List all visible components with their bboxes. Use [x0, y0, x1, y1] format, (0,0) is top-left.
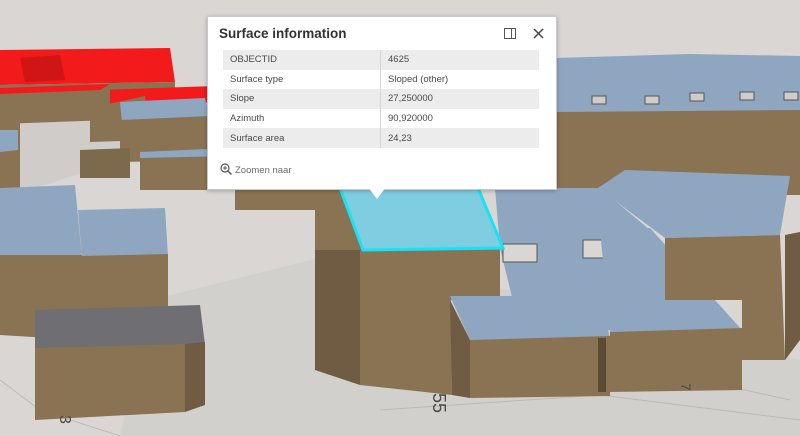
attribute-key: Azimuth: [223, 108, 381, 129]
popup-title: Surface information: [219, 26, 347, 41]
zoom-in-icon: [220, 163, 233, 178]
popup-actions: [502, 25, 546, 41]
table-row: Surface area 24,23: [223, 128, 539, 148]
parcel-number: 55: [429, 393, 449, 413]
attribute-key: OBJECTID: [223, 50, 381, 70]
zoom-label: Zoomen naar: [235, 165, 292, 176]
attribute-value: 24,23: [380, 128, 539, 148]
attribute-value: 4625: [380, 50, 539, 70]
parcel-number: 3: [56, 415, 73, 424]
table-row: Azimuth 90,920000: [223, 108, 539, 129]
attribute-table: OBJECTID 4625 Surface type Sloped (other…: [223, 50, 539, 148]
dock-icon[interactable]: [502, 25, 518, 41]
popup-pointer: [368, 187, 386, 199]
attribute-key: Surface area: [223, 128, 381, 148]
surface-info-popup: Surface information OBJECTID 4625 Surfac…: [207, 16, 557, 190]
selected-surface[interactable]: [337, 186, 506, 252]
attribute-key: Slope: [223, 89, 381, 109]
attribute-value: 90,920000: [380, 108, 539, 129]
table-row: Slope 27,250000: [223, 89, 539, 109]
zoom-to-link[interactable]: Zoomen naar: [220, 163, 292, 178]
attribute-value: Sloped (other): [380, 69, 539, 90]
attribute-key: Surface type: [223, 69, 381, 90]
table-row: Surface type Sloped (other): [223, 69, 539, 90]
close-icon[interactable]: [530, 25, 546, 41]
parcel-number: 7: [678, 383, 694, 391]
table-row: OBJECTID 4625: [223, 50, 539, 70]
attribute-value: 27,250000: [380, 89, 539, 109]
